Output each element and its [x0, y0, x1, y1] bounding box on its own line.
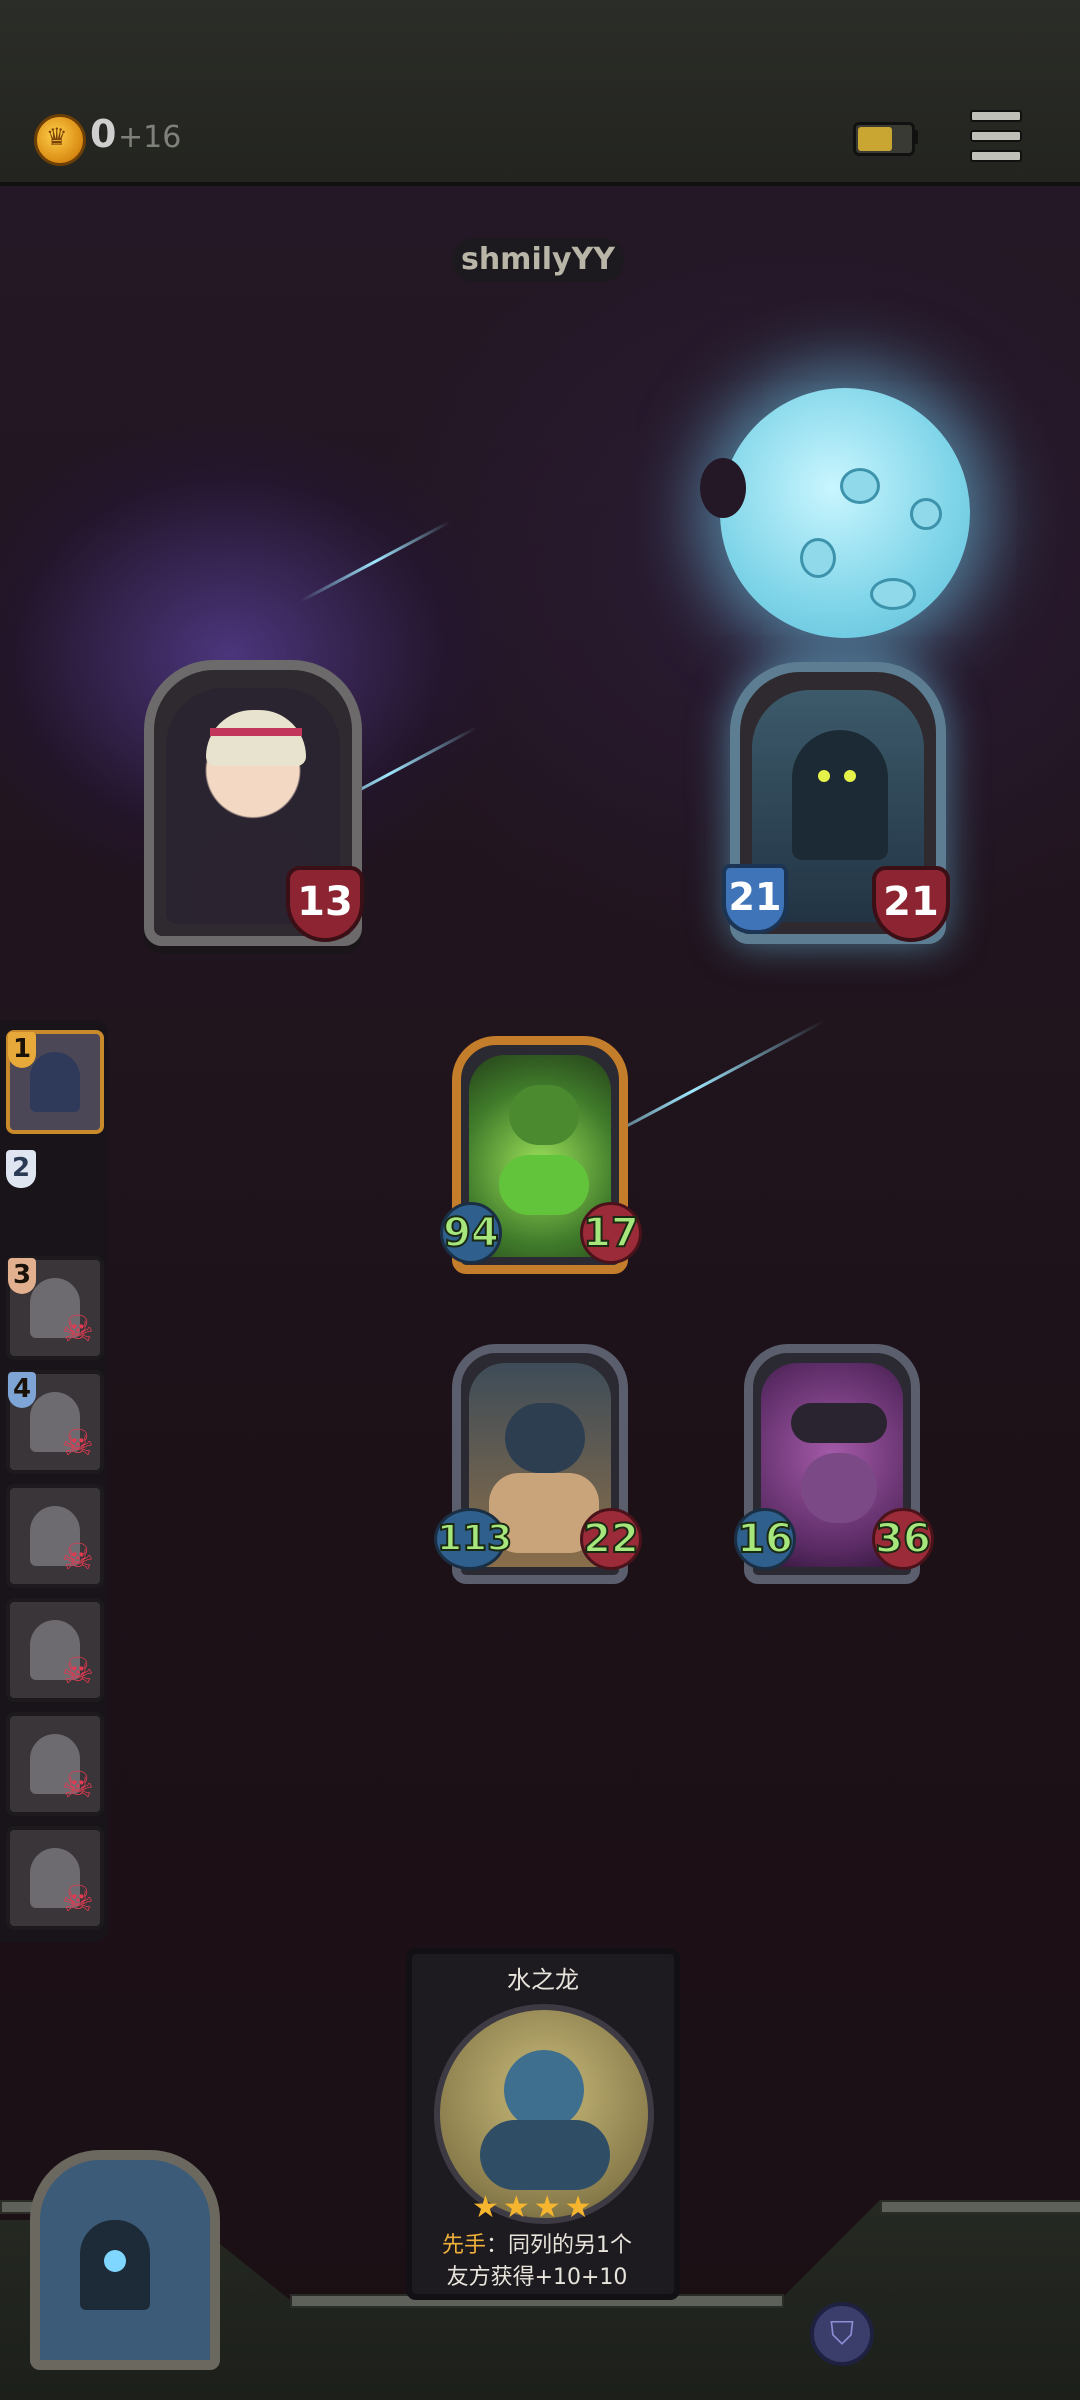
player-hero-health: 13 [286, 866, 364, 942]
deck-gate[interactable] [30, 2150, 220, 2370]
ally-unit-health: 36 [872, 1508, 934, 1570]
skull-icon: ☠ [61, 1537, 94, 1578]
turn-slot[interactable]: 4 ☠ [6, 1370, 104, 1474]
turn-rank: 2 [6, 1150, 36, 1188]
turn-rank: 4 [8, 1372, 36, 1408]
hand-card-stars: ★★★★ [472, 2190, 596, 2225]
enemy-hero-armor: 21 [722, 864, 788, 934]
battery-icon [853, 122, 915, 156]
gold-gain: +16 [118, 120, 182, 155]
ally-unit-health: 22 [580, 1508, 642, 1570]
skull-icon: ☠ [61, 1309, 94, 1350]
enemy-unit-health: 17 [580, 1202, 642, 1264]
hand-card-desc-line2: 友方获得+10+10 [446, 2265, 628, 2290]
turn-slot[interactable]: 3 ☠ [6, 1256, 104, 1360]
turn-rank: 3 [8, 1258, 36, 1294]
ally-unit-attack: 16 [734, 1508, 796, 1570]
enemy-hero-health: 21 [872, 866, 950, 942]
battery-tip [912, 130, 918, 144]
hand-card-desc-line1: ：同列的另1个 [486, 2233, 632, 2258]
turn-slot[interactable]: ☠ [6, 1712, 104, 1816]
turn-rank: 1 [8, 1032, 36, 1068]
gold-count: 0 [90, 112, 117, 156]
hand-card-keyword: 先手 [441, 2233, 486, 2258]
opponent-name: shmilyYY [452, 238, 624, 282]
hand-card-description: 先手：同列的另1个 友方获得+10+10 [418, 2230, 656, 2294]
turn-slot[interactable]: 1 [6, 1030, 104, 1134]
turn-slot[interactable]: ☠ [6, 1484, 104, 1588]
ally-unit-attack: 113 [434, 1508, 513, 1570]
hand-card-name: 水之龙 [507, 1966, 579, 1994]
skull-icon: ☠ [61, 1651, 94, 1692]
hamburger-menu-icon[interactable] [970, 110, 1022, 162]
turn-slot[interactable]: ☠ [6, 1826, 104, 1930]
skull-icon: ☠ [61, 1765, 94, 1806]
moon-icon [700, 388, 970, 638]
enemy-unit-attack: 94 [440, 1202, 502, 1264]
top-bar: ♛ 0 +16 [0, 0, 1080, 186]
skull-icon: ☠ [61, 1423, 94, 1464]
turn-slot[interactable]: ☠ [6, 1598, 104, 1702]
shield-icon[interactable]: ⛉ [810, 2302, 874, 2366]
crown-coin-icon: ♛ [34, 114, 86, 166]
skull-icon: ☠ [61, 1879, 94, 1920]
hand-card[interactable]: 水之龙 ★★★★ 先手：同列的另1个 友方获得+10+10 [406, 1948, 680, 2300]
floor-rail [880, 2200, 1080, 2214]
